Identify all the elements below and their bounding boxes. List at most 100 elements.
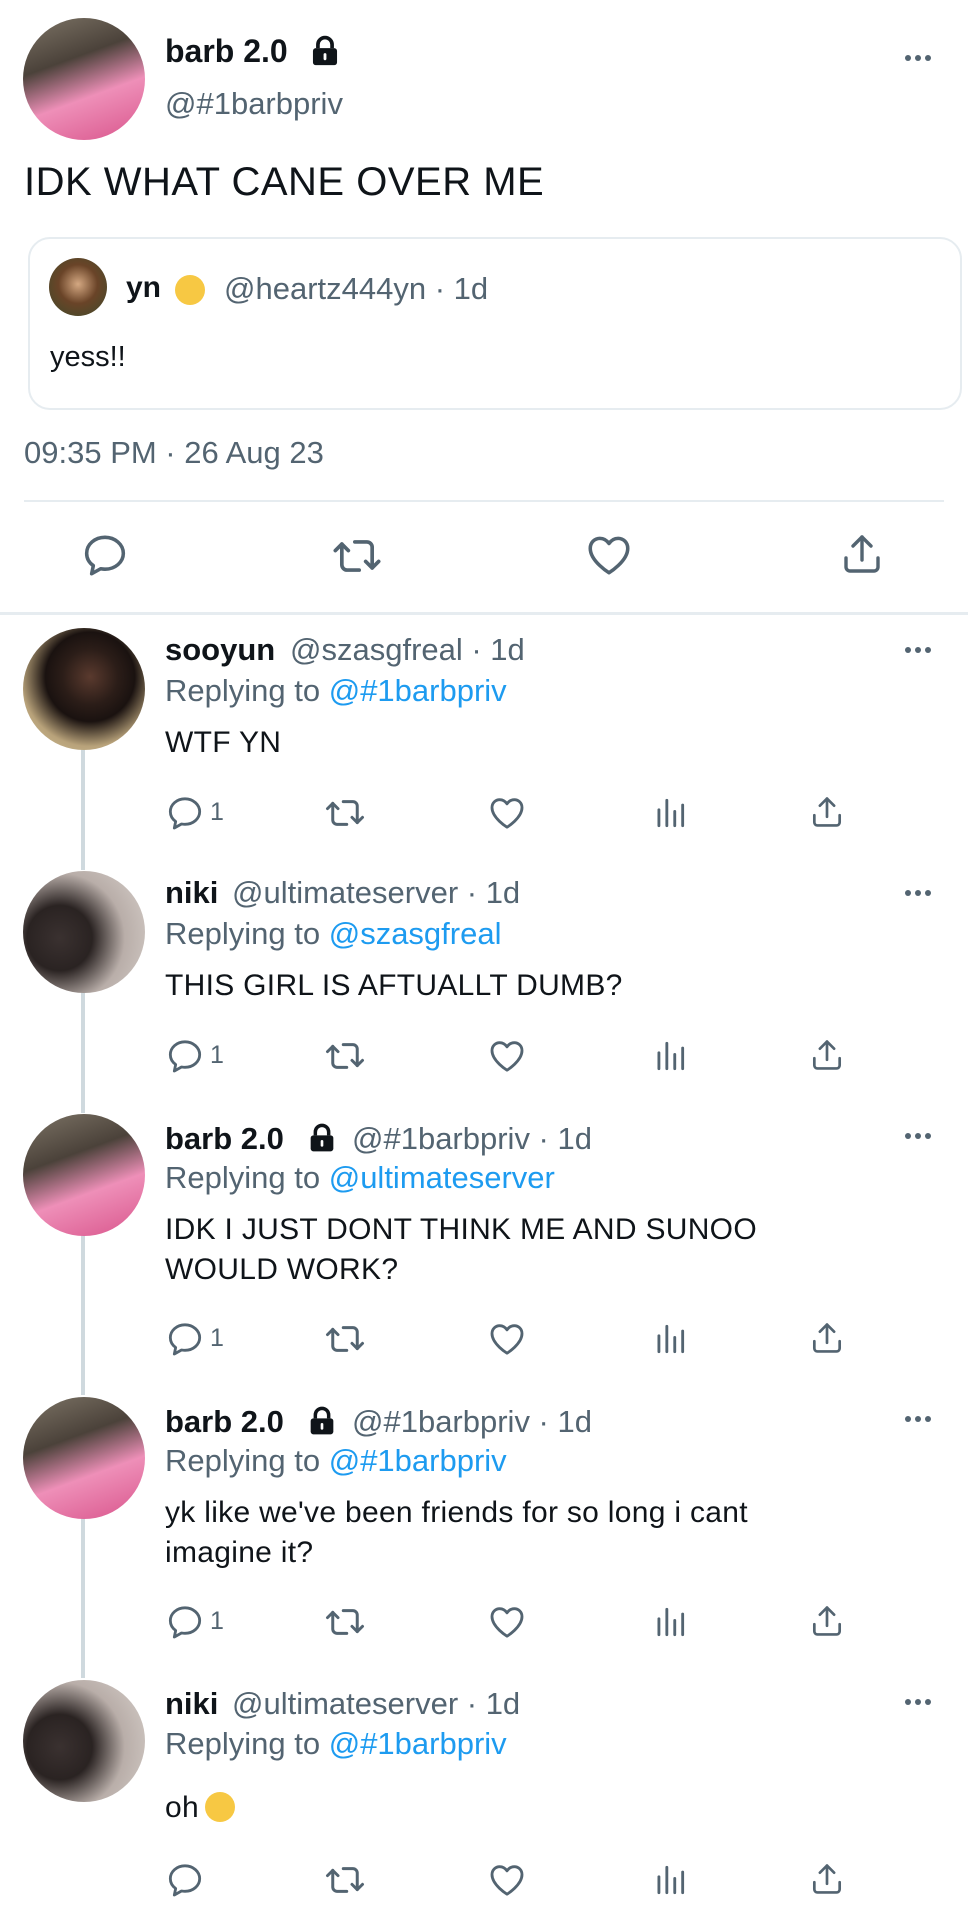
analytics-icon[interactable] <box>651 1861 689 1899</box>
heart-icon[interactable] <box>487 1602 527 1642</box>
quoted-author-name: yn <box>126 271 162 304</box>
share-icon[interactable] <box>838 530 886 578</box>
thread-line <box>81 1235 85 1395</box>
avatar[interactable] <box>23 1397 145 1519</box>
thread-line <box>81 747 85 870</box>
share-icon[interactable] <box>808 1602 846 1640</box>
divider <box>0 612 968 615</box>
heart-icon[interactable] <box>584 530 634 580</box>
avatar[interactable] <box>23 1114 145 1236</box>
main-tweet[interactable]: barb 2.0 @#1barbpriv IDK WHAT CANE OVER … <box>0 0 968 612</box>
lock-icon <box>306 1405 338 1437</box>
reply-text-content: oh <box>165 1791 199 1824</box>
thread-line <box>81 1518 85 1678</box>
mention-link[interactable]: @#1barbpriv <box>329 1443 507 1478</box>
replying-to: Replying to @#1barbpriv <box>165 673 507 709</box>
avatar[interactable] <box>23 1680 145 1802</box>
heart-icon[interactable] <box>487 793 527 833</box>
heart-icon[interactable] <box>487 1860 527 1900</box>
reply-icon[interactable] <box>80 530 130 580</box>
avatar[interactable] <box>23 871 145 993</box>
reply-text: oh <box>165 1788 235 1828</box>
author-name[interactable]: niki <box>165 1686 218 1722</box>
reply-count: 1 <box>210 798 224 826</box>
quoted-text: yess!! <box>50 341 126 373</box>
author-name[interactable]: niki <box>165 875 218 911</box>
divider <box>24 500 944 502</box>
lock-icon <box>308 34 342 68</box>
reply-icon[interactable] <box>165 1036 205 1076</box>
analytics-icon[interactable] <box>651 794 689 832</box>
more-icon[interactable] <box>903 1697 933 1707</box>
replying-to: Replying to @#1barbpriv <box>165 1443 507 1479</box>
retweet-icon[interactable] <box>324 1601 366 1643</box>
tweet-text: IDK WHAT CANE OVER ME <box>24 160 545 204</box>
timestamp[interactable]: 09:35 PM · 26 Aug 23 <box>24 435 324 471</box>
replying-prefix: Replying to <box>165 1726 321 1761</box>
author-name[interactable]: barb 2.0 <box>165 1121 284 1157</box>
reply-icon[interactable] <box>165 1602 205 1642</box>
reply-text: IDK I JUST DONT THINK ME AND SUNOO WOULD… <box>165 1210 757 1290</box>
reply-text: THIS GIRL IS AFTUALLT DUMB? <box>165 969 623 1002</box>
author-handle[interactable]: @#1barbpriv · 1d <box>352 1121 592 1157</box>
more-icon[interactable] <box>903 645 933 655</box>
author-name[interactable]: sooyun <box>165 632 275 668</box>
avatar[interactable] <box>23 18 145 140</box>
author-handle[interactable]: @szasgfreal · 1d <box>290 632 525 668</box>
retweet-icon[interactable] <box>324 1318 366 1360</box>
quoted-handle: @heartz444yn · 1d <box>224 271 489 306</box>
replying-to: Replying to @szasgfreal <box>165 916 501 952</box>
confused-face-icon <box>204 1792 235 1822</box>
reply-icon[interactable] <box>165 793 205 833</box>
more-icon[interactable] <box>903 53 933 63</box>
author-name[interactable]: barb 2.0 <box>165 1404 284 1440</box>
replying-to: Replying to @#1barbpriv <box>165 1726 507 1762</box>
author-handle[interactable]: @#1barbpriv <box>165 86 343 122</box>
replying-prefix: Replying to <box>165 1160 321 1195</box>
share-icon[interactable] <box>808 1036 846 1074</box>
mention-link[interactable]: @#1barbpriv <box>329 1726 507 1761</box>
replying-to: Replying to @ultimateserver <box>165 1160 555 1196</box>
reply-count: 1 <box>210 1324 224 1352</box>
share-icon[interactable] <box>808 1860 846 1898</box>
replying-prefix: Replying to <box>165 1443 321 1478</box>
reply-text-line: yk like we've been friends for so long i… <box>165 1496 748 1529</box>
mention-link[interactable]: @#1barbpriv <box>329 673 507 708</box>
author-handle[interactable]: @ultimateserver · 1d <box>232 1686 520 1722</box>
reply-text-line: IDK I JUST DONT THINK ME AND SUNOO <box>165 1213 757 1246</box>
analytics-icon[interactable] <box>651 1037 689 1075</box>
avatar[interactable] <box>23 628 145 750</box>
author-handle[interactable]: @ultimateserver · 1d <box>232 875 520 911</box>
mention-link[interactable]: @ultimateserver <box>329 1160 555 1195</box>
author-name[interactable]: barb 2.0 <box>165 33 288 70</box>
share-icon[interactable] <box>808 1319 846 1357</box>
more-icon[interactable] <box>903 1414 933 1424</box>
lock-icon <box>306 1122 338 1154</box>
share-icon[interactable] <box>808 793 846 831</box>
analytics-icon[interactable] <box>651 1320 689 1358</box>
reply-icon[interactable] <box>165 1319 205 1359</box>
retweet-icon[interactable] <box>324 792 366 834</box>
reply-text: WTF YN <box>165 726 282 759</box>
reply-icon[interactable] <box>165 1860 205 1900</box>
emoji-icon <box>175 275 205 305</box>
quoted-tweet[interactable]: yn @heartz444yn · 1d yess!! <box>28 237 962 410</box>
retweet-icon[interactable] <box>324 1035 366 1077</box>
replying-prefix: Replying to <box>165 916 321 951</box>
retweet-icon[interactable] <box>324 1859 366 1901</box>
replying-prefix: Replying to <box>165 673 321 708</box>
thread-line <box>81 990 85 1113</box>
mention-link[interactable]: @szasgfreal <box>329 916 502 951</box>
retweet-icon[interactable] <box>331 530 383 582</box>
more-icon[interactable] <box>903 1131 933 1141</box>
reply-count: 1 <box>210 1041 224 1069</box>
reply-text-line: imagine it? <box>165 1536 314 1569</box>
reply-text-line: WOULD WORK? <box>165 1253 399 1286</box>
reply-count: 1 <box>210 1607 224 1635</box>
heart-icon[interactable] <box>487 1319 527 1359</box>
analytics-icon[interactable] <box>651 1603 689 1641</box>
author-handle[interactable]: @#1barbpriv · 1d <box>352 1404 592 1440</box>
quoted-avatar[interactable] <box>49 258 107 316</box>
heart-icon[interactable] <box>487 1036 527 1076</box>
more-icon[interactable] <box>903 888 933 898</box>
